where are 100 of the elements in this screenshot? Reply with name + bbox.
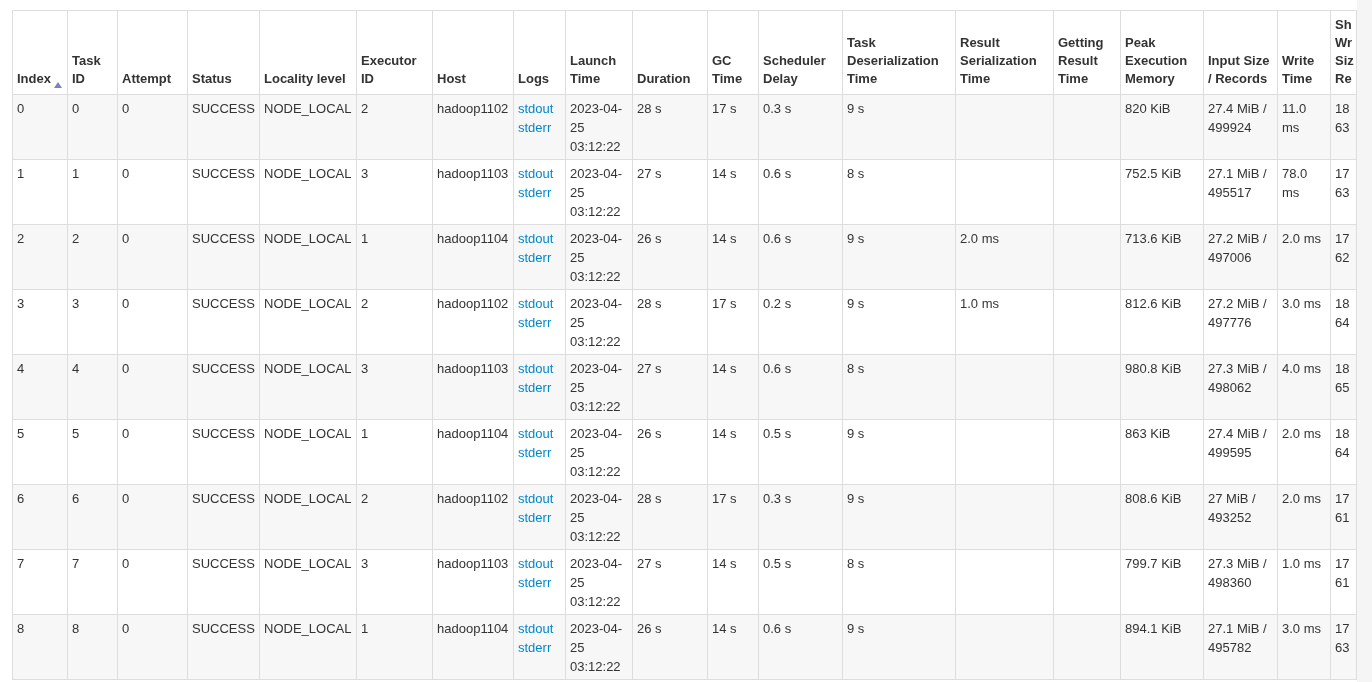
log-link[interactable]: stderr [518, 378, 552, 397]
log-link[interactable]: stderr [518, 573, 552, 592]
table-cell: 2.0 ms [1282, 491, 1321, 506]
table-cell: hadoop1103 [437, 361, 509, 376]
table-cell: SUCCESS [192, 556, 255, 571]
table-cell: 2023-04-25 03:12:22 [570, 296, 623, 349]
table-cell: 2023-04-25 03:12:22 [570, 231, 623, 284]
table-cell: 3.0 ms [1282, 296, 1321, 311]
table-cell: 4 [17, 361, 25, 376]
log-link[interactable]: stdout [518, 359, 554, 378]
log-link[interactable]: stdout [518, 164, 554, 183]
log-link[interactable]: stdout [518, 99, 554, 118]
log-link[interactable]: stderr [518, 638, 552, 657]
table-cell: 9 s [847, 491, 865, 506]
table-cell: 4 [72, 361, 80, 376]
table-cell: NODE_LOCAL [264, 101, 352, 116]
table-cell: 27.3 MiB / 498360 [1208, 556, 1267, 590]
table-cell: NODE_LOCAL [264, 361, 352, 376]
table-cell: 0 [72, 101, 80, 116]
table-cell: 9 s [847, 101, 865, 116]
table-cell: SUCCESS [192, 101, 255, 116]
table-cell: 17 61 [1335, 556, 1350, 590]
table-cell: 2023-04-25 03:12:22 [570, 101, 623, 154]
table-cell: 8 s [847, 166, 865, 181]
table-cell: 2.0 ms [960, 231, 999, 246]
table-cell: SUCCESS [192, 296, 255, 311]
table-cell: 0.3 s [763, 491, 792, 506]
table-cell: hadoop1103 [437, 166, 509, 181]
table-cell: 5 [72, 426, 80, 441]
column-header[interactable]: Logs [518, 70, 550, 88]
table-cell: 9 s [847, 426, 865, 441]
table-cell: 17 63 [1335, 621, 1350, 655]
table-cell: NODE_LOCAL [264, 231, 352, 246]
log-link[interactable]: stderr [518, 443, 552, 462]
table-cell: 6 [17, 491, 25, 506]
table-cell: 8 s [847, 361, 865, 376]
table-cell: 18 63 [1335, 101, 1350, 135]
table-cell: 8 [17, 621, 25, 636]
column-header[interactable]: Status [192, 70, 232, 88]
table-cell: 2 [17, 231, 25, 246]
table-cell: 27.1 MiB / 495782 [1208, 621, 1267, 655]
table-cell: 14 s [712, 426, 737, 441]
table-cell: 2023-04-25 03:12:22 [570, 166, 623, 219]
table-cell: hadoop1102 [437, 101, 509, 116]
table-cell: hadoop1104 [437, 621, 509, 636]
log-link[interactable]: stderr [518, 183, 552, 202]
table-cell: 0 [122, 621, 130, 636]
table-cell: 0 [122, 426, 130, 441]
log-link[interactable]: stdout [518, 294, 554, 313]
table-cell: 2.0 ms [1282, 426, 1321, 441]
log-link[interactable]: stdout [518, 619, 554, 638]
table-cell: 9 s [847, 621, 865, 636]
table-cell: hadoop1102 [437, 491, 509, 506]
log-link[interactable]: stderr [518, 508, 552, 527]
log-link[interactable]: stdout [518, 489, 554, 508]
table-cell: 8 s [847, 556, 865, 571]
table-cell: 14 s [712, 166, 737, 181]
table-cell: SUCCESS [192, 166, 255, 181]
table-cell: 1 [72, 166, 80, 181]
table-cell: 2023-04-25 03:12:22 [570, 361, 623, 414]
table-cell: 17 s [712, 101, 737, 116]
table-cell: 27 MiB / 493252 [1208, 491, 1256, 525]
column-header[interactable]: Attempt [122, 70, 172, 88]
table-cell: 11.0 ms [1282, 101, 1307, 135]
table-cell: SUCCESS [192, 491, 255, 506]
log-link[interactable]: stderr [518, 313, 552, 332]
table-cell: 0 [122, 166, 130, 181]
log-link[interactable]: stdout [518, 229, 554, 248]
table-cell: 820 KiB [1125, 101, 1171, 116]
table-cell: 27.4 MiB / 499595 [1208, 426, 1267, 460]
table-cell: 5 [17, 426, 25, 441]
table-cell: 1 [361, 621, 369, 636]
table-cell: 0.6 s [763, 231, 792, 246]
table-cell: 27.3 MiB / 498062 [1208, 361, 1267, 395]
table-cell: NODE_LOCAL [264, 621, 352, 636]
table-cell: NODE_LOCAL [264, 491, 352, 506]
column-header[interactable]: Index [17, 70, 51, 88]
table-cell: 1 [17, 166, 25, 181]
table-cell: 1.0 ms [960, 296, 999, 311]
table-cell: 27.1 MiB / 495517 [1208, 166, 1267, 200]
table-cell: SUCCESS [192, 361, 255, 376]
table-cell: 0.2 s [763, 296, 792, 311]
table-cell: 1 [361, 231, 369, 246]
log-link[interactable]: stderr [518, 248, 552, 267]
table-cell: 8 [72, 621, 80, 636]
table-cell: 17 63 [1335, 166, 1350, 200]
column-header[interactable]: Host [437, 70, 466, 88]
table-cell: 0.6 s [763, 166, 792, 181]
table-cell: 0 [122, 231, 130, 246]
table-cell: 3.0 ms [1282, 621, 1321, 636]
table-cell: hadoop1104 [437, 426, 509, 441]
log-link[interactable]: stdout [518, 424, 554, 443]
column-header[interactable]: Duration [637, 70, 691, 88]
log-link[interactable]: stderr [518, 118, 552, 137]
table-cell: 27.4 MiB / 499924 [1208, 101, 1267, 135]
table-cell: 863 KiB [1125, 426, 1171, 441]
table-cell: 752.5 KiB [1125, 166, 1182, 181]
log-link[interactable]: stdout [518, 554, 554, 573]
table-cell: 26 s [637, 231, 662, 246]
column-header[interactable]: Locality level [264, 70, 346, 88]
